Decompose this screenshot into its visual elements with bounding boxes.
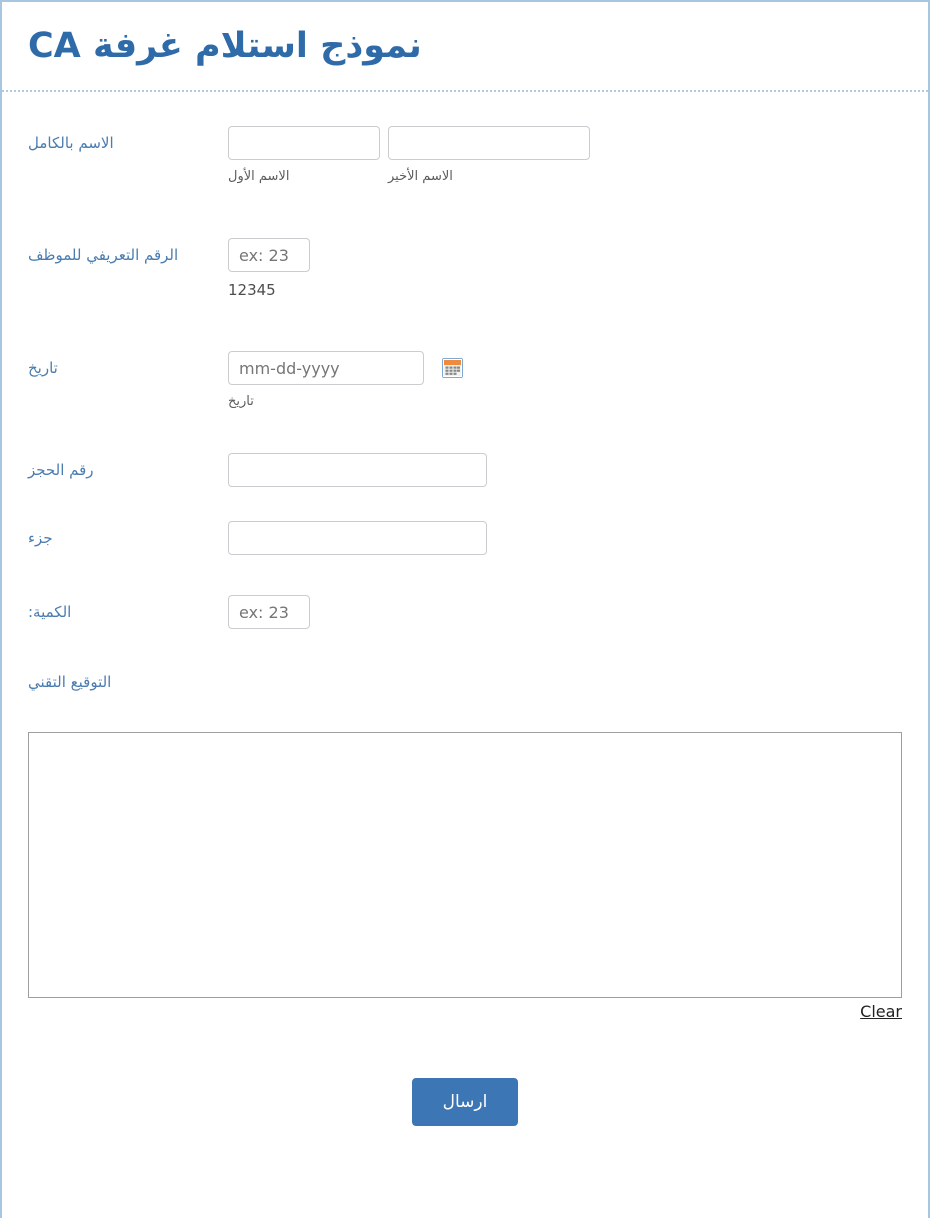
quantity-input[interactable] [228, 595, 310, 630]
field-booking-number: رقم الحجز [28, 453, 902, 488]
field-part: جزء [28, 521, 902, 556]
employee-id-controls: 12345 [228, 238, 902, 301]
last-name-sub-label: الاسم الأخير [388, 169, 453, 184]
signature-area: Clear [28, 731, 902, 1022]
signature-clear-row: Clear [28, 1002, 902, 1022]
employee-id-sub-label: 12345 [228, 281, 276, 300]
first-name-input[interactable] [228, 126, 380, 160]
first-name-sub-label: الاسم الأول [228, 169, 290, 184]
field-quantity: الكمية: [28, 595, 902, 630]
submit-button[interactable]: ارسال [411, 1077, 519, 1127]
form-header: نموذج استلام غرفة CA [2, 2, 928, 92]
full-name-inputs: الاسم الأول الاسم الأخير [228, 126, 902, 186]
booking-number-input[interactable] [228, 453, 487, 488]
form-body: الاسم بالكامل الاسم الأول الاسم الأخير ا… [2, 92, 928, 1127]
first-name-group: الاسم الأول [228, 126, 380, 186]
label-booking-number: رقم الحجز [28, 461, 94, 480]
quantity-controls [228, 595, 902, 630]
label-technical-signature: التوقيع التقني [28, 673, 112, 692]
label-employee-id: الرقم التعريفي للموظف [28, 246, 179, 265]
employee-id-group: 12345 [228, 238, 902, 301]
label-date: تاريخ [28, 359, 58, 378]
form-page: نموذج استلام غرفة CA الاسم بالكامل الاسم… [0, 0, 930, 1218]
field-full-name: الاسم بالكامل الاسم الأول الاسم الأخير [28, 126, 902, 186]
submit-area: ارسال [28, 1077, 902, 1127]
employee-id-input[interactable] [228, 238, 310, 273]
last-name-group: الاسم الأخير [388, 126, 590, 186]
part-input[interactable] [228, 521, 487, 556]
label-full-name: الاسم بالكامل [28, 134, 114, 152]
field-technical-signature: التوقيع التقني [28, 665, 902, 694]
date-group: تاريخ [228, 351, 424, 411]
calendar-icon[interactable] [442, 358, 463, 379]
date-controls: تاريخ [228, 351, 902, 411]
date-input[interactable] [228, 351, 424, 386]
signature-pad[interactable] [28, 731, 902, 998]
date-inputs: تاريخ [228, 351, 902, 411]
full-name-controls: الاسم الأول الاسم الأخير [228, 126, 902, 186]
part-controls [228, 521, 902, 556]
page-title: نموذج استلام غرفة CA [28, 25, 422, 66]
booking-number-controls [228, 453, 902, 488]
field-date: تاريخ تاريخ [28, 351, 902, 411]
label-part: جزء [28, 529, 53, 548]
field-employee-id: الرقم التعريفي للموظف 12345 [28, 238, 902, 301]
label-quantity: الكمية: [28, 603, 72, 622]
last-name-input[interactable] [388, 126, 590, 160]
clear-signature-link[interactable]: Clear [860, 1002, 902, 1021]
date-sub-label: تاريخ [228, 394, 254, 410]
